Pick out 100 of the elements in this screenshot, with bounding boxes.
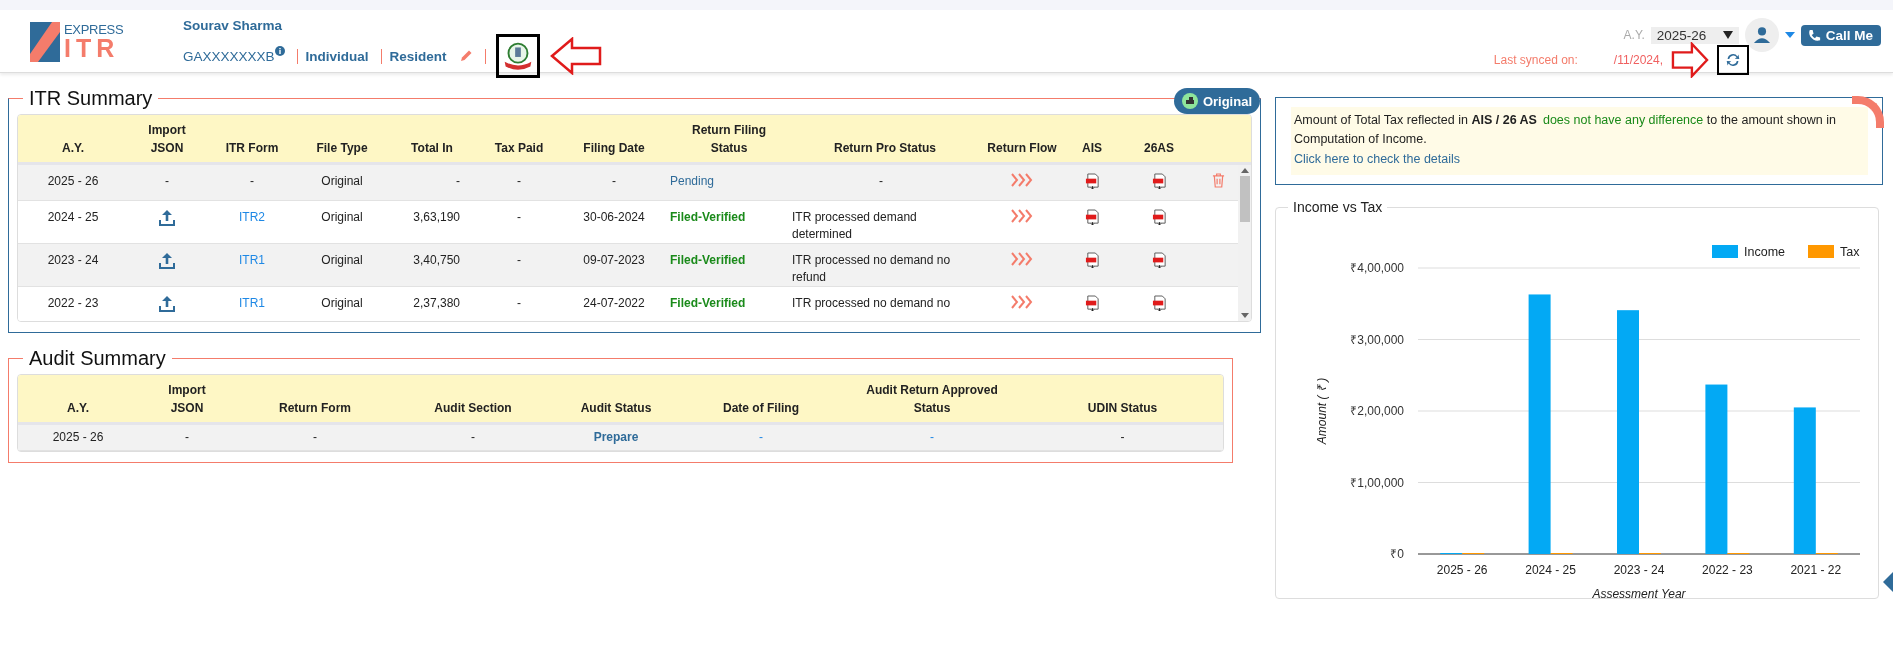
trash-icon[interactable] [1211, 173, 1225, 188]
y-tick-label: ₹0 [1390, 547, 1404, 561]
column-header: Return Pro Status [833, 140, 937, 157]
column-header: File Type [315, 140, 369, 157]
table-cell-text: - [184, 429, 190, 446]
pdf-icon[interactable] [1151, 252, 1167, 269]
legend-label: Tax [1840, 245, 1860, 259]
filing-status: Filed-Verified [670, 252, 746, 269]
column-header: Audit Section [433, 400, 513, 417]
details-link[interactable]: Click here to check the details [1294, 152, 1461, 166]
table-cell-text: - [312, 429, 318, 446]
table-cell-text: 2,37,380 [412, 295, 461, 312]
column-header: Audit Return Approved Status [865, 382, 999, 417]
user-name: Sourav Sharma [183, 18, 284, 33]
residency-status: Resident [389, 48, 447, 64]
scroll-up-icon[interactable] [1240, 168, 1249, 173]
pdf-icon[interactable] [1084, 173, 1100, 190]
pdf-icon[interactable] [1084, 295, 1100, 312]
column-header: A.Y. [61, 140, 85, 157]
ay-label: A.Y. [1623, 28, 1645, 42]
bar[interactable] [1793, 407, 1816, 554]
sync-icon[interactable] [1717, 45, 1749, 75]
itr-form-link[interactable]: ITR2 [239, 209, 265, 226]
table-cell-text: - [516, 173, 522, 190]
table-cell-text: - [758, 429, 764, 446]
table-cell-text: ITR processed no demand no refund [791, 252, 952, 286]
column-header: Import JSON [147, 122, 187, 157]
legend-swatch [1712, 245, 1738, 258]
scroll-down-icon[interactable] [1240, 313, 1249, 318]
column-header: Return Flow [986, 140, 1058, 157]
upload-icon[interactable] [158, 209, 176, 227]
file-type-badge[interactable]: Original [1173, 88, 1260, 114]
chevrons-icon[interactable] [1011, 173, 1033, 187]
notice-text: Amount of Total Tax reflected in AIS / 26 AS does not have any difference to the amount shown in Computation of Income. [1294, 112, 1837, 148]
table-cell-text: - [611, 173, 617, 190]
table-cell-text: - [455, 173, 461, 190]
pencil-icon[interactable] [458, 49, 473, 63]
y-tick-label: ₹3,00,000 [1350, 332, 1404, 347]
chevrons-icon[interactable] [1011, 295, 1033, 309]
filing-status: Pending [670, 173, 715, 190]
arrow-icon [1671, 42, 1709, 78]
table-cell-text: ITR processed no demand no [791, 295, 952, 312]
table-cell-text: 2023 - 24 [46, 252, 100, 269]
column-header: AIS [1081, 140, 1103, 157]
upload-icon[interactable] [158, 295, 176, 313]
table-cell-text: 2025 - 26 [51, 429, 105, 446]
table-cell-text: 09-07-2023 [582, 252, 646, 269]
logo-icon [30, 22, 60, 62]
chart-title: Income vs Tax [1292, 199, 1384, 215]
table-cell-text: 30-06-2024 [582, 209, 646, 226]
table-cell-text: 2022 - 23 [46, 295, 100, 312]
call-me-button[interactable]: Call Me [1800, 24, 1881, 46]
avatar-icon[interactable] [1744, 18, 1779, 52]
pdf-icon[interactable] [1151, 209, 1167, 226]
pan-number: GAXXXXXXXB [183, 48, 275, 64]
chevrons-icon[interactable] [1011, 209, 1033, 223]
ay-dropdown[interactable]: 2025-26 [1650, 26, 1739, 44]
table-cell[interactable]: Prepare [552, 425, 680, 450]
pdf-icon[interactable] [1151, 295, 1167, 312]
info-icon[interactable] [274, 46, 285, 56]
caret-icon[interactable] [1784, 32, 1795, 38]
caret-icon [1722, 31, 1733, 39]
table-cell-text: 2025 - 26 [46, 173, 100, 190]
emblem-icon[interactable] [495, 34, 540, 78]
chevrons-icon[interactable] [1011, 252, 1033, 266]
phone-icon [1806, 27, 1822, 43]
upload-icon[interactable] [158, 252, 176, 270]
x-tick-label: 2024 - 25 [1525, 563, 1576, 577]
column-header: Return Form [278, 400, 352, 417]
column-header: Import JSON [167, 382, 207, 417]
section-title: ITR Summary [28, 87, 154, 110]
scroll-thumb[interactable] [1239, 176, 1250, 222]
pdf-icon[interactable] [1084, 209, 1100, 226]
table-cell-text: - [516, 252, 522, 269]
column-header: A.Y. [66, 400, 90, 417]
filing-status: Filed-Verified [670, 209, 746, 226]
legend-label: Income [1744, 245, 1785, 259]
table-cell-text: Original [320, 173, 364, 190]
y-tick-label: ₹1,00,000 [1350, 475, 1404, 490]
logo-text: ITR [64, 36, 121, 61]
table-cell-text: 3,63,190 [412, 209, 461, 226]
logo[interactable]: EXPRESS ITR [30, 22, 148, 62]
table-cell-text: 24-07-2022 [582, 295, 646, 312]
itr-form-link[interactable]: ITR1 [239, 252, 265, 269]
table-cell-text: Original [320, 252, 364, 269]
y-axis-title: Amount ( ₹ ) [1315, 377, 1329, 445]
last-synced-date: /11/2024, [1613, 53, 1663, 67]
pdf-icon[interactable] [1084, 252, 1100, 269]
scrollbar[interactable] [1238, 165, 1251, 321]
arrow-icon [549, 37, 602, 75]
table-cell-text: ITR processed demand determined [791, 209, 918, 243]
table-cell-text: Original [320, 295, 364, 312]
taxpayer-type: Individual [305, 48, 369, 64]
last-synced-label: Last synced on: [1493, 53, 1578, 67]
table-cell: - [165, 173, 169, 190]
itr-form-link[interactable]: ITR1 [239, 295, 265, 312]
table-cell-text: 2024 - 25 [46, 209, 100, 226]
table-cell-text: - [929, 429, 935, 446]
table-cell-text: - [470, 429, 476, 446]
pdf-icon[interactable] [1151, 173, 1167, 190]
